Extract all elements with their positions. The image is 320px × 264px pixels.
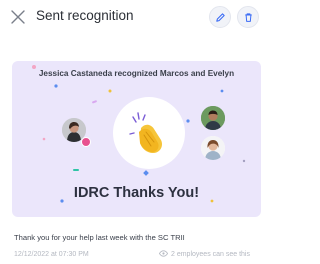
recognition-card: Jessica Castaneda recognized Marcos and … (12, 61, 261, 217)
eye-icon (158, 250, 169, 257)
close-button[interactable] (10, 9, 26, 25)
clapping-hands-icon (129, 112, 163, 153)
card-footer-title: IDRC Thanks You! (73, 185, 200, 201)
page-title: Sent recognition (36, 8, 134, 23)
trash-icon (245, 13, 252, 22)
sender-badge (81, 137, 91, 147)
header-bar: Sent recognition (0, 0, 259, 34)
timestamp: 12/12/2022 at 07:30 PM (14, 251, 89, 258)
edit-button[interactable] (209, 6, 231, 28)
visibility-label: 2 employees can see this (171, 251, 250, 258)
avatar-marcos (201, 106, 225, 130)
visibility-info: 2 employees can see this (158, 250, 250, 258)
recognition-heading: Jessica Castaneda recognized Marcos and … (38, 69, 235, 78)
close-icon (11, 10, 25, 24)
pencil-icon (216, 13, 225, 22)
delete-button[interactable] (237, 6, 259, 28)
recognition-message: Thank you for your help last week with t… (14, 233, 185, 242)
avatar-evelyn (201, 136, 225, 160)
